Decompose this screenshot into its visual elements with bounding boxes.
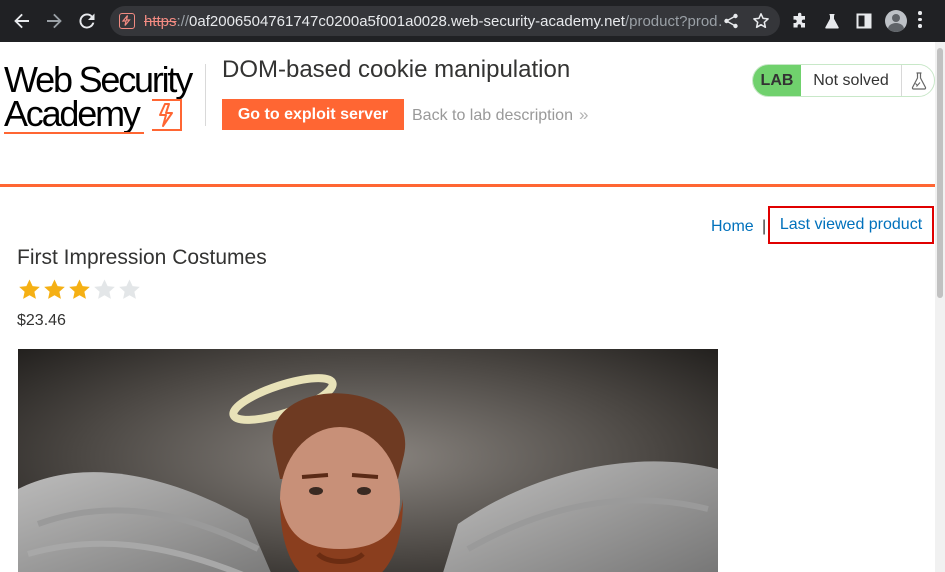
menu-kebab-icon[interactable] [918,11,922,31]
lab-status-widget: LAB Not solved [752,64,935,97]
url-host: 0af2006504761747c0200a5f001a0028.web-sec… [189,13,625,30]
product-rating [17,278,142,302]
scrollbar-thumb[interactable] [937,48,943,298]
url-scheme: https [144,13,177,30]
share-icon[interactable] [719,9,743,33]
header-divider [205,64,206,126]
nav-home-link[interactable]: Home [711,218,754,236]
bookmark-star-icon[interactable] [749,9,773,33]
web-security-academy-logo[interactable]: Web Security Academy [4,62,204,137]
extensions-icon[interactable] [788,9,812,33]
lab-title: DOM-based cookie manipulation [222,56,571,83]
header-orange-rule [0,184,935,187]
angel-costume-photo-icon [18,349,718,572]
url-path: /product?prod… [624,13,724,30]
reload-icon[interactable] [75,9,99,33]
url-text[interactable]: https://0af2006504761747c0200a5f001a0028… [144,13,724,30]
star-empty-icon [119,279,140,299]
nav-separator: | [762,218,767,235]
top-navigation: Home | Last viewed product [0,206,935,244]
lab-badge: LAB [753,65,801,96]
product-name: First Impression Costumes [17,246,267,269]
logo-underline [4,132,144,134]
not-secure-icon[interactable] [119,13,135,29]
go-to-exploit-server-button[interactable]: Go to exploit server [222,99,404,130]
back-arrow-icon[interactable] [10,9,34,33]
product-price: $23.46 [17,312,66,329]
double-chevron-right-icon: » [578,105,589,124]
star-empty-icon [94,279,115,299]
side-panel-icon[interactable] [852,9,876,33]
star-filled-icon [44,279,65,299]
profile-avatar-icon[interactable] [885,10,907,32]
lab-flask-icon [901,65,934,96]
back-link-label: Back to lab description [412,107,573,124]
page-content: Web Security Academy DOM-based cookie ma… [0,42,935,572]
browser-toolbar: https://0af2006504761747c0200a5f001a0028… [0,0,945,42]
star-filled-icon [69,279,90,299]
labs-flask-icon[interactable] [820,9,844,33]
back-to-lab-description-link[interactable]: Back to lab description » [412,105,588,125]
address-bar[interactable]: https://0af2006504761747c0200a5f001a0028… [110,6,780,36]
last-viewed-product-highlight: Last viewed product [768,206,934,244]
url-separator: :// [176,13,190,30]
star-filled-icon [19,279,40,299]
nav-last-viewed-product-link[interactable]: Last viewed product [780,216,922,234]
logo-line2: Academy [4,93,141,134]
lab-status-text: Not solved [801,65,901,96]
page-scrollbar[interactable] [935,42,945,572]
logo-bolt-icon [152,99,182,131]
forward-arrow-icon[interactable] [42,9,66,33]
